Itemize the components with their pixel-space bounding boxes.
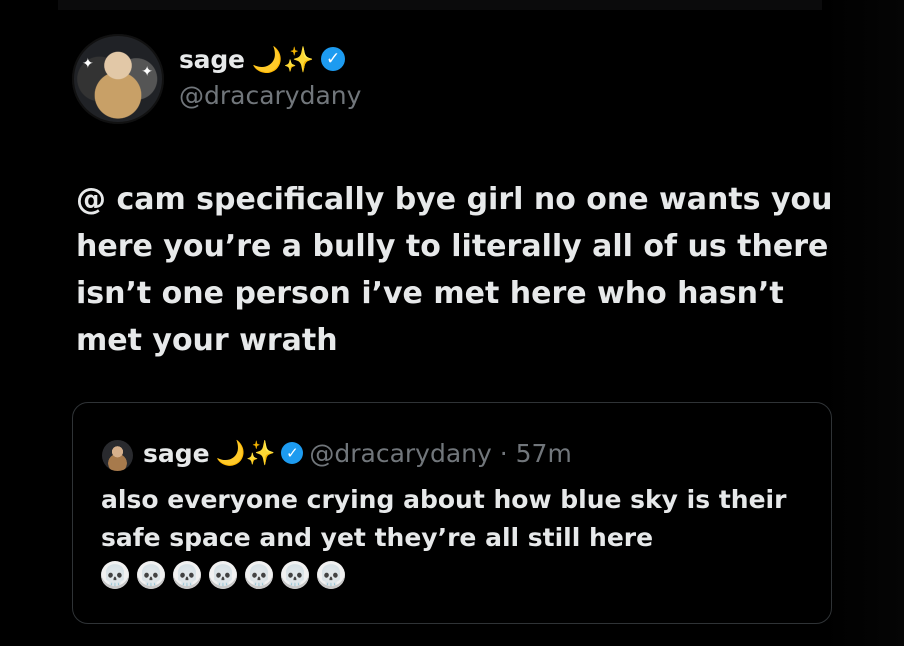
skull-emoji: 💀	[209, 561, 237, 589]
skull-emoji: 💀	[137, 561, 165, 589]
quoted-profile-avatar[interactable]	[102, 440, 133, 471]
skull-emoji: 💀	[101, 561, 129, 589]
quoted-post-header[interactable]: sage 🌙✨ ✓ @dracarydany · 57m	[143, 436, 572, 470]
avatar-sparkle-icon: ✦	[141, 64, 153, 80]
verified-check-icon: ✓	[321, 47, 346, 71]
skull-emoji: 💀	[245, 561, 273, 589]
profile-avatar[interactable]: ✦ ✦	[72, 34, 164, 124]
author-name-row[interactable]: sage 🌙✨ ✓	[179, 42, 346, 76]
avatar-sparkle-icon: ✦	[82, 56, 94, 72]
post-card[interactable]: ✦ ✦ sage 🌙✨ ✓ @dracarydany @ cam specifi…	[0, 0, 904, 646]
skull-emoji: 💀	[281, 561, 309, 589]
author-display-name[interactable]: sage	[179, 45, 245, 74]
moon-sparkle-emoji: 🌙✨	[251, 44, 315, 74]
quoted-handle-time[interactable]: @dracarydany · 57m	[309, 439, 571, 468]
quoted-author-display-name[interactable]: sage	[143, 439, 210, 468]
skull-emoji: 💀	[317, 561, 345, 589]
post-text: @ cam specifically bye girl no one wants…	[76, 182, 833, 358]
quoted-post-text: also everyone crying about how blue sky …	[101, 485, 787, 552]
verified-check-icon: ✓	[281, 442, 304, 464]
author-handle[interactable]: @dracarydany	[179, 81, 361, 110]
skull-emoji-row: 💀 💀 💀 💀 💀 💀 💀	[101, 561, 345, 589]
moon-sparkle-emoji: 🌙✨	[215, 439, 276, 467]
quoted-post-card[interactable]: sage 🌙✨ ✓ @dracarydany · 57m also everyo…	[72, 402, 832, 624]
skull-emoji: 💀	[173, 561, 201, 589]
